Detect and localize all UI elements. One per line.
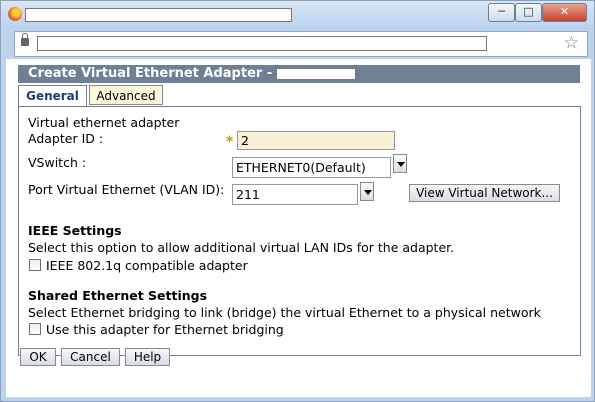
vswitch-label: VSwitch : <box>28 155 87 170</box>
address-bar[interactable]: ☆ <box>14 31 588 57</box>
firefox-icon <box>8 7 22 21</box>
window-title-redacted <box>25 8 292 22</box>
tab-advanced[interactable]: Advanced <box>89 85 163 105</box>
required-marker: * <box>226 134 234 150</box>
vswitch-select[interactable]: ETHERNET0(Default) <box>232 157 391 178</box>
help-button[interactable]: Help <box>125 348 170 366</box>
dialog-title: Create Virtual Ethernet Adapter - <box>28 66 273 81</box>
shared-ethernet-description: Select Ethernet bridging to link (bridge… <box>28 305 541 320</box>
vswitch-dropdown-icon[interactable] <box>393 154 407 173</box>
page-content: Create Virtual Ethernet Adapter - Genera… <box>6 59 591 397</box>
close-button[interactable]: ✕ <box>542 3 587 22</box>
adapter-id-label: Adapter ID : <box>28 131 104 146</box>
shared-ethernet-heading: Shared Ethernet Settings <box>28 288 208 303</box>
maximize-button[interactable]: □ <box>515 3 542 22</box>
dialog-title-redacted <box>276 68 356 80</box>
view-virtual-network-button[interactable]: View Virtual Network... <box>409 184 560 202</box>
lock-icon <box>21 33 29 46</box>
cancel-button[interactable]: Cancel <box>61 348 120 366</box>
vlan-id-dropdown-icon[interactable] <box>360 182 374 201</box>
ok-button[interactable]: OK <box>20 348 56 366</box>
vlan-id-label: Port Virtual Ethernet (VLAN ID): <box>28 182 225 197</box>
general-panel: Virtual ethernet adapter Adapter ID : * … <box>18 106 581 356</box>
ieee-checkbox-label: IEEE 802.1q compatible adapter <box>46 258 248 273</box>
minimize-button[interactable]: ─ <box>488 3 515 22</box>
ieee-checkbox[interactable] <box>29 259 41 271</box>
bookmark-star-icon[interactable]: ☆ <box>564 33 579 53</box>
tab-general[interactable]: General <box>18 85 87 107</box>
ieee-heading: IEEE Settings <box>28 223 122 238</box>
vlan-id-input[interactable]: 211 <box>232 184 358 205</box>
section-label: Virtual ethernet adapter <box>28 115 180 130</box>
url-redacted <box>37 36 487 51</box>
adapter-id-input[interactable]: 2 <box>237 131 395 150</box>
bridging-checkbox[interactable] <box>29 323 41 335</box>
window-titlebar: ─ □ ✕ <box>1 1 594 27</box>
dialog-title-bar: Create Virtual Ethernet Adapter - <box>18 65 580 83</box>
bridging-checkbox-label: Use this adapter for Ethernet bridging <box>46 322 284 337</box>
browser-window: ─ □ ✕ ☆ Create Virtual Ethernet Adapter … <box>0 0 595 402</box>
ieee-description: Select this option to allow additional v… <box>28 240 455 255</box>
